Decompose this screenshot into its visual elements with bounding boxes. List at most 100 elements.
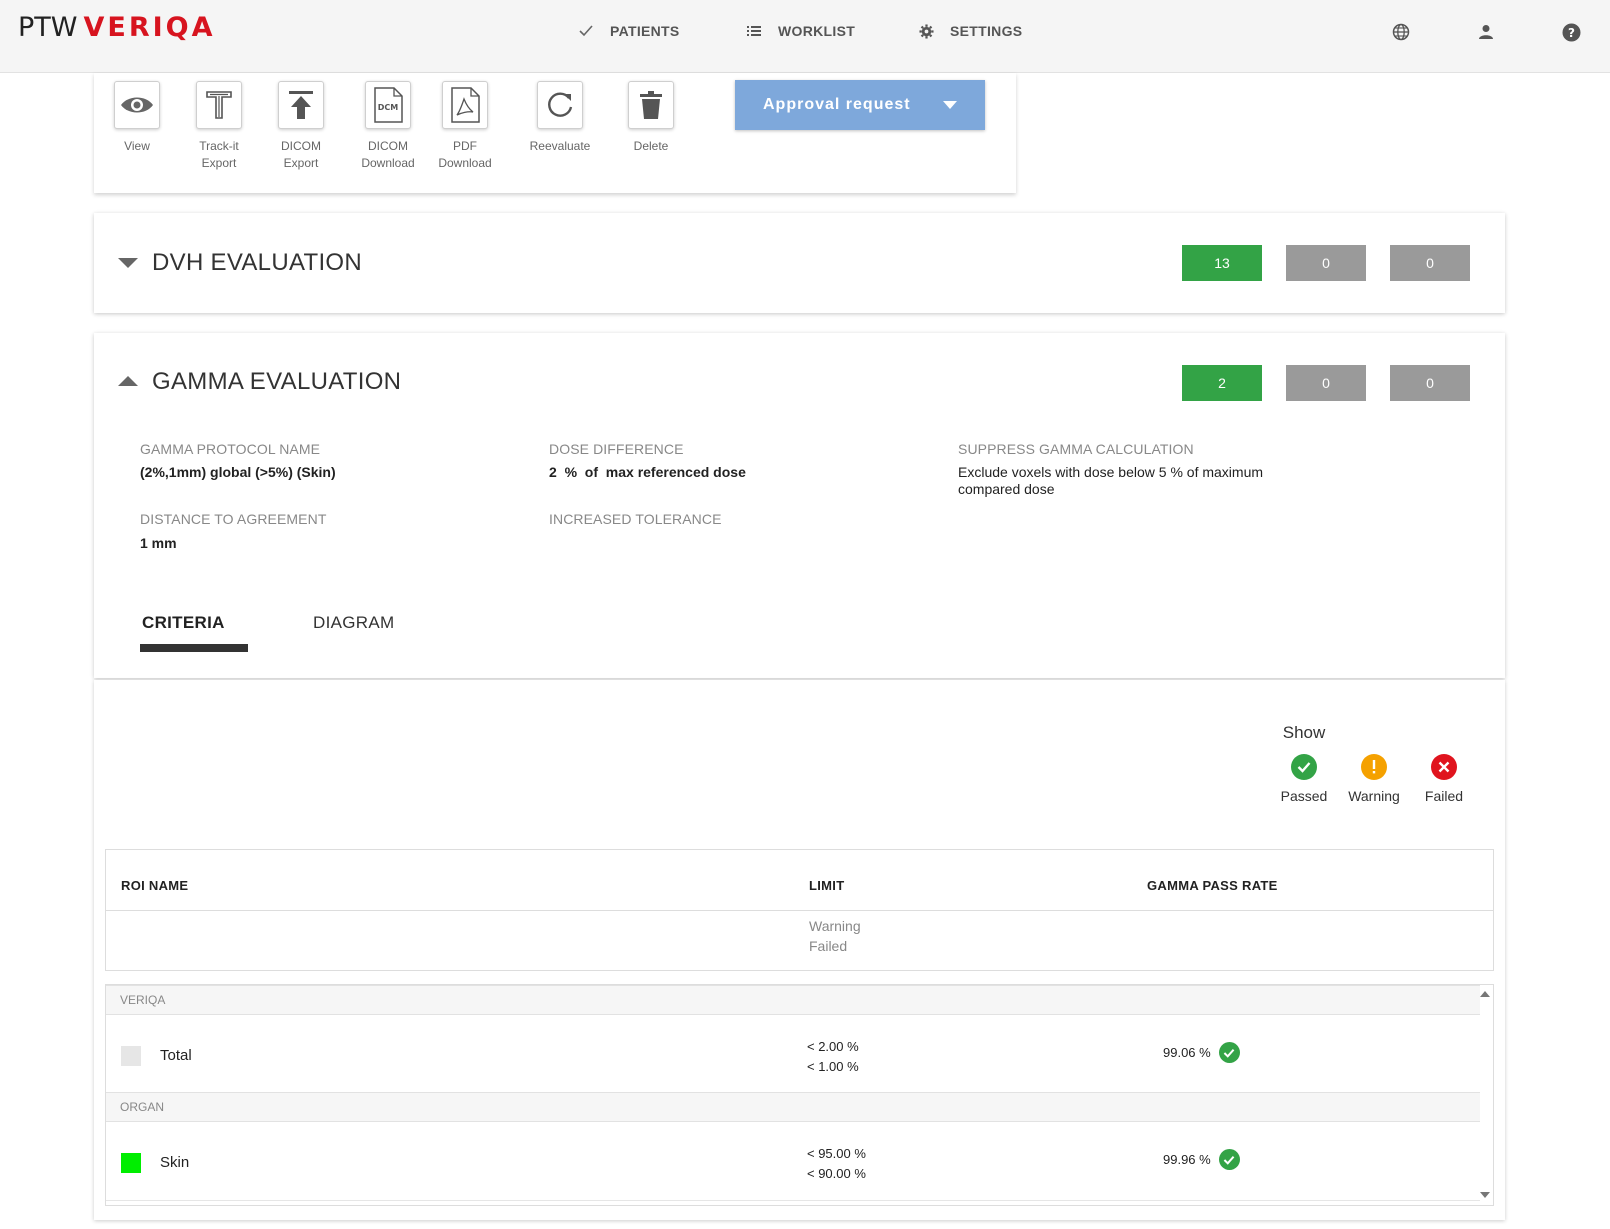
distance-to-agreement-label: DISTANCE TO AGREEMENT bbox=[140, 511, 327, 527]
chevron-down-icon bbox=[943, 101, 957, 109]
trackit-export-button[interactable]: Track-it Export bbox=[174, 81, 264, 172]
list-icon bbox=[744, 25, 764, 37]
dose-difference-value: 2 % of max referenced dose bbox=[549, 464, 746, 480]
nav-settings-label: SETTINGS bbox=[950, 23, 1023, 39]
reevaluate-label: Reevaluate bbox=[529, 139, 591, 153]
pdf-download-button[interactable]: PDF Download bbox=[420, 81, 510, 172]
upload-icon bbox=[278, 81, 324, 129]
tab-diagram[interactable]: DIAGRAM bbox=[313, 613, 394, 633]
nav-worklist-label: WORKLIST bbox=[778, 23, 856, 39]
action-toolbar: View Track-it Export DICOM Export DCM DICO… bbox=[94, 73, 1016, 193]
criteria-table-body: VERIQA Total < 2.00 % < 1.00 % 99.06 % O… bbox=[105, 984, 1494, 1206]
gamma-warning-count: 0 bbox=[1286, 365, 1366, 401]
check-circle-icon bbox=[1218, 1149, 1240, 1170]
increased-tolerance-label: INCREASED TOLERANCE bbox=[549, 511, 722, 527]
gamma-pass-rate-value: 99.96 % bbox=[1163, 1152, 1211, 1167]
column-roi-name[interactable]: ROI NAME bbox=[121, 878, 188, 893]
suppress-gamma-value: Exclude voxels with dose below 5 % of ma… bbox=[958, 464, 1264, 497]
scroll-up-arrow-icon[interactable] bbox=[1480, 991, 1490, 997]
table-row[interactable]: Skin < 95.00 % < 90.00 % 99.96 % bbox=[106, 1122, 1480, 1201]
limit-failed-value: < 1.00 % bbox=[807, 1059, 859, 1074]
check-icon bbox=[576, 25, 596, 37]
column-gamma-pass-rate[interactable]: GAMMA PASS RATE bbox=[1147, 878, 1278, 893]
approval-request-label: Approval request bbox=[763, 96, 911, 113]
filter-passed[interactable]: Passed bbox=[1269, 754, 1339, 804]
check-circle-icon bbox=[1218, 1042, 1240, 1063]
roi-name: Skin bbox=[160, 1154, 190, 1171]
gamma-pass-rate-value: 99.06 % bbox=[1163, 1045, 1211, 1060]
column-limit[interactable]: LIMIT bbox=[809, 878, 844, 893]
filter-passed-label: Passed bbox=[1280, 788, 1328, 804]
delete-button[interactable]: Delete bbox=[606, 81, 696, 155]
dose-difference-label: DOSE DIFFERENCE bbox=[549, 441, 684, 457]
refresh-icon bbox=[537, 81, 583, 129]
dvh-evaluation-title[interactable]: DVH EVALUATION bbox=[152, 249, 362, 277]
distance-to-agreement-value: 1 mm bbox=[140, 535, 177, 551]
help-icon[interactable]: ? bbox=[1559, 20, 1583, 44]
trackit-label-2: Export bbox=[201, 156, 237, 170]
filter-failed-label: Failed bbox=[1424, 788, 1464, 804]
approval-request-button[interactable]: Approval request bbox=[735, 80, 985, 130]
roi-name: Total bbox=[160, 1047, 192, 1064]
active-tab-indicator bbox=[140, 644, 248, 652]
table-row[interactable]: Total < 2.00 % < 1.00 % 99.06 % bbox=[106, 1015, 1480, 1094]
group-header-veriqa: VERIQA bbox=[106, 985, 1480, 1015]
limit-failed-sublabel: Failed bbox=[809, 938, 848, 954]
dicom-download-label-2: Download bbox=[361, 156, 415, 170]
nav-patients[interactable]: PATIENTS bbox=[576, 19, 680, 43]
dcm-file-icon: DCM bbox=[365, 81, 411, 129]
gear-icon bbox=[916, 23, 936, 39]
limit-warning-sublabel: Warning bbox=[809, 918, 861, 934]
trackit-icon bbox=[196, 81, 242, 129]
gamma-evaluation-title[interactable]: GAMMA EVALUATION bbox=[152, 368, 401, 396]
gamma-protocol-value: (2%,1mm) global (>5%) (Skin) bbox=[140, 464, 336, 480]
check-circle-icon bbox=[1291, 754, 1317, 780]
dicom-download-label-1: DICOM bbox=[368, 139, 408, 153]
limit-failed-value: < 90.00 % bbox=[807, 1166, 866, 1181]
warning-circle-icon bbox=[1361, 754, 1387, 780]
gamma-failed-count: 0 bbox=[1390, 365, 1470, 401]
gamma-passed-count: 2 bbox=[1182, 365, 1262, 401]
group-header-organ: ORGAN bbox=[106, 1092, 1480, 1122]
dcm-glyph: DCM bbox=[378, 103, 399, 112]
x-circle-icon bbox=[1431, 754, 1457, 780]
roi-color-swatch bbox=[121, 1153, 141, 1173]
dicom-export-label-1: DICOM bbox=[281, 139, 321, 153]
trash-icon bbox=[628, 81, 674, 129]
gamma-protocol-label: GAMMA PROTOCOL NAME bbox=[140, 441, 321, 457]
scroll-down-arrow-icon[interactable] bbox=[1480, 1192, 1490, 1198]
top-bar: PTW VERIQA PATIENTS WORKLIST SETTINGS ? bbox=[0, 0, 1610, 73]
nav-settings[interactable]: SETTINGS bbox=[916, 19, 1022, 43]
logo-veriqa: VERIQA bbox=[83, 12, 216, 43]
criteria-table-header: ROI NAME LIMIT GAMMA PASS RATE Warning F… bbox=[105, 849, 1494, 971]
dvh-warning-count: 0 bbox=[1286, 245, 1366, 281]
dvh-evaluation-card: DVH EVALUATION 13 0 0 bbox=[94, 213, 1505, 313]
dicom-export-button[interactable]: DICOM Export bbox=[256, 81, 346, 172]
filter-warning[interactable]: Warning bbox=[1339, 754, 1409, 804]
nav-worklist[interactable]: WORKLIST bbox=[744, 19, 855, 43]
view-label: View bbox=[124, 139, 150, 153]
filter-failed[interactable]: Failed bbox=[1409, 754, 1479, 804]
reevaluate-button[interactable]: Reevaluate bbox=[515, 81, 605, 155]
dvh-passed-count: 13 bbox=[1182, 245, 1262, 281]
filter-warning-label: Warning bbox=[1348, 788, 1400, 804]
pdf-file-icon bbox=[442, 81, 488, 129]
gamma-evaluation-card: GAMMA EVALUATION 2 0 0 GAMMA PROTOCOL NA… bbox=[94, 333, 1505, 678]
pdf-download-label-1: PDF bbox=[453, 139, 477, 153]
expand-toggle-icon[interactable] bbox=[118, 376, 138, 386]
eye-icon bbox=[114, 81, 160, 129]
tab-criteria[interactable]: CRITERIA bbox=[142, 613, 225, 633]
globe-icon[interactable] bbox=[1389, 20, 1413, 44]
delete-label: Delete bbox=[633, 139, 669, 153]
suppress-gamma-label: SUPPRESS GAMMA CALCULATION bbox=[958, 441, 1194, 457]
dvh-failed-count: 0 bbox=[1390, 245, 1470, 281]
show-filter-title: Show bbox=[1282, 723, 1326, 742]
view-button[interactable]: View bbox=[92, 81, 182, 155]
ptw-veriqa-logo[interactable]: PTW VERIQA bbox=[18, 12, 216, 48]
trackit-label-1: Track-it bbox=[199, 139, 239, 153]
header-divider bbox=[106, 910, 1493, 911]
collapse-toggle-icon[interactable] bbox=[118, 258, 138, 268]
user-icon[interactable] bbox=[1474, 20, 1498, 44]
limit-warning-value: < 2.00 % bbox=[807, 1039, 859, 1054]
logo-ptw: PTW bbox=[18, 12, 78, 43]
